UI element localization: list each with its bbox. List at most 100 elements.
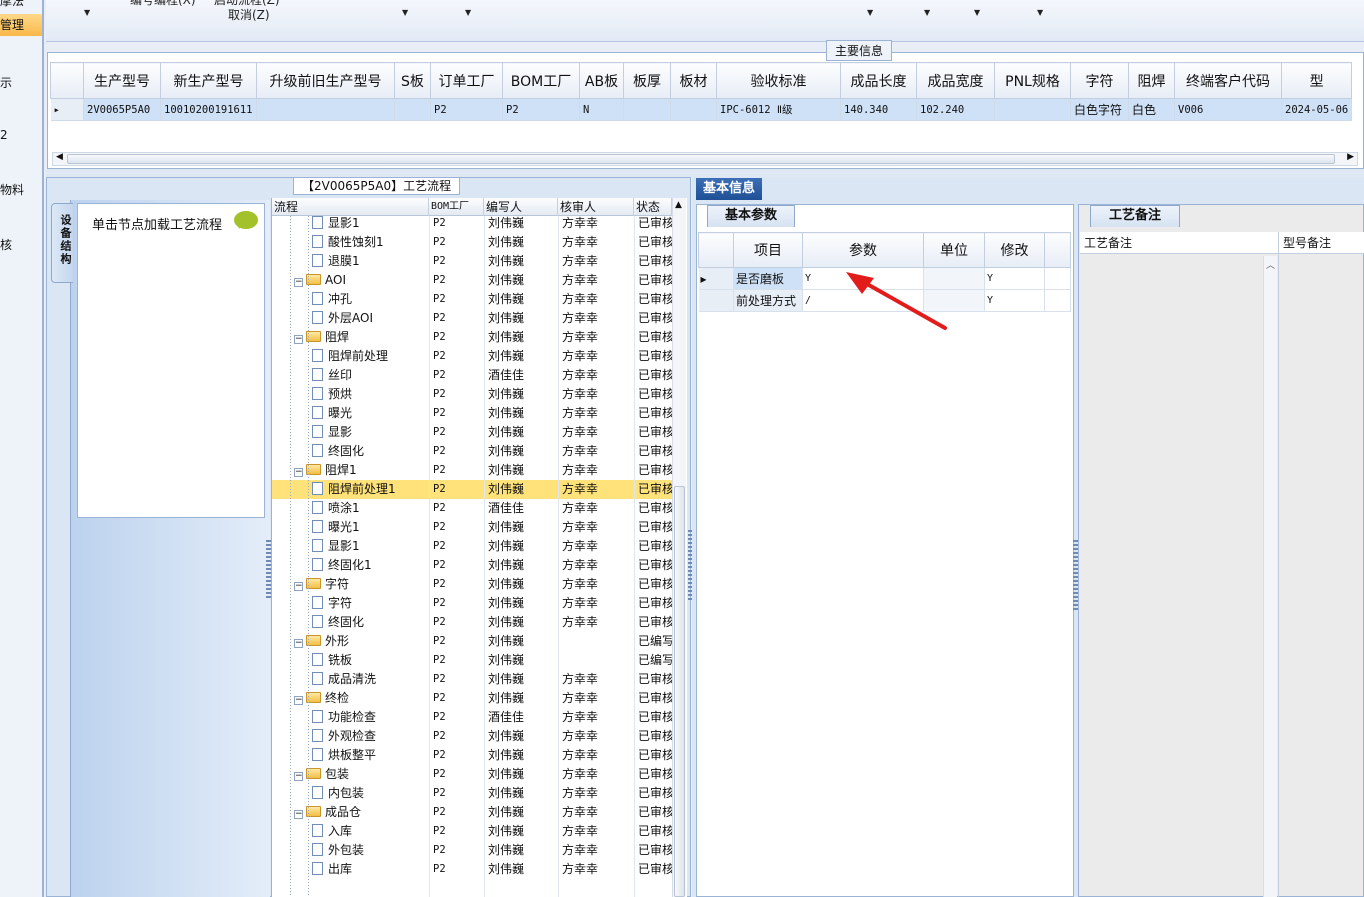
reviewer-cell[interactable]: 方幸幸 xyxy=(562,309,632,328)
reviewer-cell[interactable] xyxy=(562,632,632,651)
status-cell[interactable]: 已审核 xyxy=(638,366,672,385)
tree-group-row[interactable]: − AOI P2 刘伟巍 方幸幸 已审核 xyxy=(272,271,672,290)
writer-cell[interactable]: 刘伟巍 xyxy=(488,347,558,366)
factory-cell[interactable]: P2 xyxy=(433,385,483,404)
status-cell[interactable]: 已审核 xyxy=(638,575,672,594)
column-header[interactable]: 参数 xyxy=(802,232,924,268)
table-cell[interactable]: 10010200191611 xyxy=(160,98,257,121)
writer-cell[interactable]: 刘伟巍 xyxy=(488,233,558,252)
nav-item-3[interactable]: 2 xyxy=(0,128,8,142)
factory-cell[interactable]: P2 xyxy=(433,404,483,423)
tree-node-label[interactable]: 阻焊前处理 xyxy=(312,347,429,366)
factory-cell[interactable]: P2 xyxy=(433,670,483,689)
column-header[interactable]: BOM工厂 xyxy=(502,62,580,99)
reviewer-cell[interactable]: 方幸幸 xyxy=(562,252,632,271)
factory-cell[interactable]: P2 xyxy=(433,841,483,860)
writer-cell[interactable]: 刘伟巍 xyxy=(488,385,558,404)
tree-node-label[interactable]: 终固化 xyxy=(312,613,429,632)
writer-cell[interactable]: 刘伟巍 xyxy=(488,480,558,499)
reviewer-cell[interactable]: 方幸幸 xyxy=(562,803,632,822)
factory-cell[interactable]: P2 xyxy=(433,347,483,366)
reviewer-cell[interactable] xyxy=(562,651,632,670)
table-cell[interactable]: N xyxy=(579,98,624,121)
tab-basic-params[interactable]: 基本参数 xyxy=(707,205,795,227)
tree-node-row[interactable]: 显影 P2 刘伟巍 方幸幸 已审核 xyxy=(272,423,672,442)
status-cell[interactable]: 已审核 xyxy=(638,860,672,879)
nav-item-0[interactable]: 摩法 xyxy=(0,0,24,9)
column-header[interactable]: 型 xyxy=(1280,62,1353,99)
reviewer-cell[interactable]: 方幸幸 xyxy=(562,784,632,803)
scrollbar-thumb[interactable] xyxy=(674,486,685,897)
factory-cell[interactable]: P2 xyxy=(433,860,483,879)
tree-node-row[interactable]: 入库 P2 刘伟巍 方幸幸 已审核 xyxy=(272,822,672,841)
writer-cell[interactable]: 刘伟巍 xyxy=(488,575,558,594)
tree-node-label[interactable]: 成品清洗 xyxy=(312,670,429,689)
collapse-icon[interactable]: − xyxy=(294,639,303,648)
status-cell[interactable]: 已审核 xyxy=(638,290,672,309)
reviewer-cell[interactable]: 方幸幸 xyxy=(562,765,632,784)
reviewer-cell[interactable]: 方幸幸 xyxy=(562,575,632,594)
horizontal-scrollbar[interactable]: ◀ ▶ xyxy=(52,152,1358,166)
toolbar-item-1[interactable]: 编号编程(X) xyxy=(130,0,196,8)
reviewer-cell[interactable]: 方幸幸 xyxy=(562,347,632,366)
tree-node-label[interactable]: 退膜1 xyxy=(312,252,429,271)
tree-node-row[interactable]: 显影1 P2 刘伟巍 方幸幸 已审核 xyxy=(272,537,672,556)
collapse-icon[interactable]: − xyxy=(294,582,303,591)
reviewer-cell[interactable]: 方幸幸 xyxy=(562,461,632,480)
factory-cell[interactable]: P2 xyxy=(433,423,483,442)
tab-basic-info[interactable]: 基本信息 xyxy=(696,178,762,200)
table-cell[interactable]: 102.240 xyxy=(916,98,995,121)
column-header[interactable]: 成品长度 xyxy=(840,62,917,99)
table-cell[interactable]: P2 xyxy=(430,98,503,121)
tree-group-row[interactable]: − 成品仓 P2 刘伟巍 方幸幸 已审核 xyxy=(272,803,672,822)
factory-cell[interactable]: P2 xyxy=(433,594,483,613)
factory-cell[interactable]: P2 xyxy=(433,632,483,651)
reviewer-cell[interactable]: 方幸幸 xyxy=(562,556,632,575)
tree-node-row[interactable]: 显影1 P2 刘伟巍 方幸幸 已审核 xyxy=(272,214,672,233)
writer-cell[interactable]: 刘伟巍 xyxy=(488,252,558,271)
status-cell[interactable]: 已审核 xyxy=(638,784,672,803)
horizontal-splitter[interactable] xyxy=(46,169,1364,177)
writer-cell[interactable]: 刘伟巍 xyxy=(488,442,558,461)
tree-node-label[interactable]: 冲孔 xyxy=(312,290,429,309)
status-cell[interactable]: 已审核 xyxy=(638,613,672,632)
tree-node-row[interactable]: 喷涂1 P2 酒佳佳 方幸幸 已审核 xyxy=(272,499,672,518)
factory-cell[interactable]: P2 xyxy=(433,689,483,708)
reviewer-cell[interactable]: 方幸幸 xyxy=(562,480,632,499)
dropdown-arrow-icon[interactable]: ▼ xyxy=(867,8,873,17)
writer-cell[interactable]: 酒佳佳 xyxy=(488,366,558,385)
tree-group-row[interactable]: − 包装 P2 刘伟巍 方幸幸 已审核 xyxy=(272,765,672,784)
writer-cell[interactable]: 刘伟巍 xyxy=(488,613,558,632)
writer-cell[interactable]: 刘伟巍 xyxy=(488,651,558,670)
tree-node-row[interactable]: 成品清洗 P2 刘伟巍 方幸幸 已审核 xyxy=(272,670,672,689)
nav-item-4[interactable]: 物料 xyxy=(0,181,24,198)
tree-node-row[interactable]: 外包装 P2 刘伟巍 方幸幸 已审核 xyxy=(272,841,672,860)
writer-cell[interactable]: 刘伟巍 xyxy=(488,841,558,860)
tree-node-label[interactable]: 喷涂1 xyxy=(312,499,429,518)
collapse-icon[interactable]: − xyxy=(294,810,303,819)
writer-cell[interactable]: 酒佳佳 xyxy=(488,499,558,518)
hint-box[interactable]: 单击节点加载工艺流程 xyxy=(77,203,265,518)
tree-node-label[interactable]: 阻焊前处理1 xyxy=(312,480,429,499)
status-cell[interactable]: 已审核 xyxy=(638,803,672,822)
table-cell[interactable]: 白色字符 xyxy=(1070,98,1129,121)
reviewer-cell[interactable]: 方幸幸 xyxy=(562,670,632,689)
column-header[interactable]: 板厚 xyxy=(623,62,671,99)
factory-cell[interactable]: P2 xyxy=(433,803,483,822)
dropdown-arrow-icon[interactable]: ▼ xyxy=(1037,8,1043,17)
nav-item-2[interactable]: 示 xyxy=(0,74,12,91)
column-header[interactable]: 成品宽度 xyxy=(916,62,995,99)
tree-node-row[interactable]: 终固化 P2 刘伟巍 方幸幸 已审核 xyxy=(272,613,672,632)
factory-cell[interactable]: P2 xyxy=(433,556,483,575)
tree-node-label[interactable]: − 阻焊1 xyxy=(294,461,429,480)
status-cell[interactable]: 已审核 xyxy=(638,385,672,404)
factory-cell[interactable]: P2 xyxy=(433,309,483,328)
status-cell[interactable]: 已审核 xyxy=(638,727,672,746)
reviewer-cell[interactable]: 方幸幸 xyxy=(562,366,632,385)
dropdown-arrow-icon[interactable]: ▼ xyxy=(465,8,471,17)
tree-node-label[interactable]: − 终检 xyxy=(294,689,429,708)
status-cell[interactable]: 已审核 xyxy=(638,309,672,328)
writer-cell[interactable]: 刘伟巍 xyxy=(488,461,558,480)
factory-cell[interactable]: P2 xyxy=(433,746,483,765)
tree-node-label[interactable]: 终固化 xyxy=(312,442,429,461)
